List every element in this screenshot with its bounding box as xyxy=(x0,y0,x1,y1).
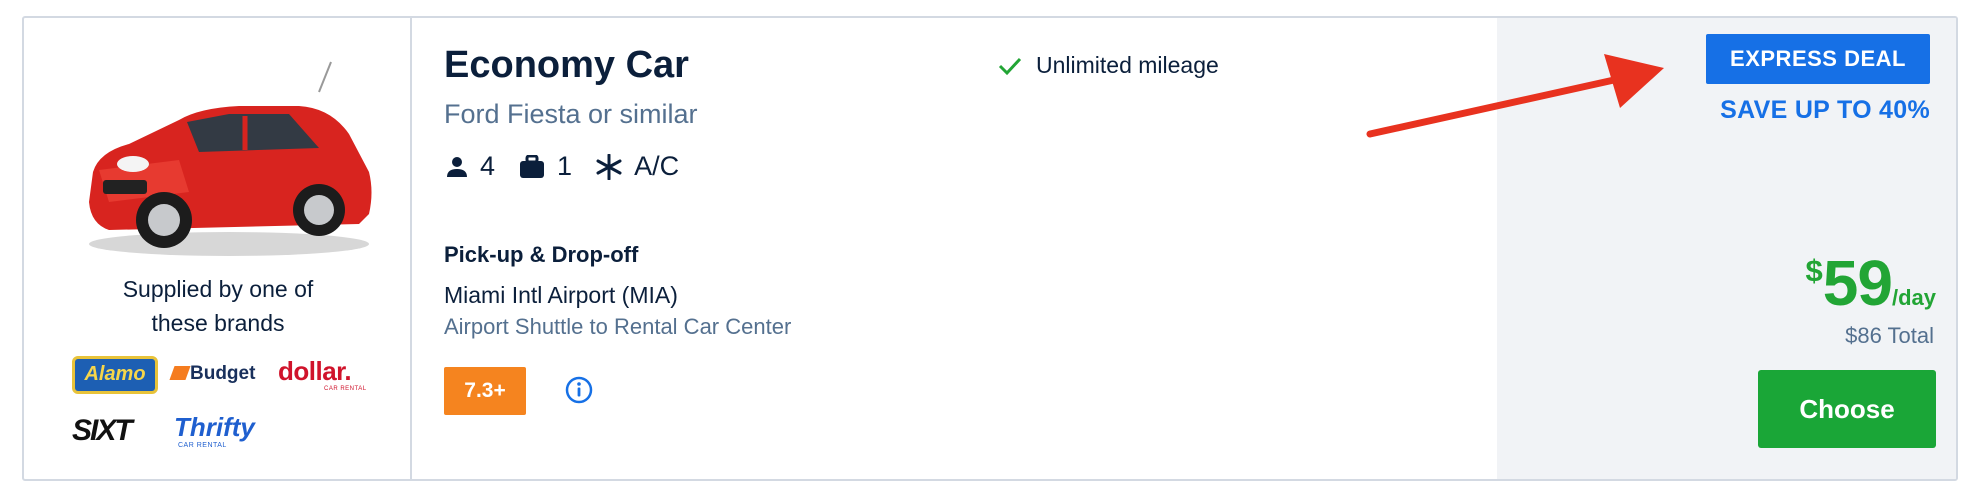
express-deal-badge: EXPRESS DEAL xyxy=(1706,34,1930,84)
rating-badge: 7.3+ xyxy=(444,367,526,415)
person-icon xyxy=(447,156,467,177)
price-currency: $ xyxy=(1805,253,1823,288)
price-amount: 59 xyxy=(1822,247,1893,319)
pickup-note: Airport Shuttle to Rental Car Center xyxy=(444,314,792,339)
choose-button[interactable]: Choose xyxy=(1758,370,1936,448)
passenger-count: 4 xyxy=(480,151,496,181)
price-total: $86 Total xyxy=(1845,323,1934,348)
pickup-location: Miami Intl Airport (MIA) xyxy=(444,282,678,308)
supplied-by-text: Supplied by one of these brands xyxy=(122,276,314,336)
car-image xyxy=(89,61,372,256)
dollar-logo: dollar. xyxy=(278,356,352,386)
supplier-column: Supplied by one of these brands Alamo Bud… xyxy=(24,18,412,479)
annotation-arrow-icon xyxy=(1366,54,1664,138)
mileage-text: Unlimited mileage xyxy=(1036,52,1219,78)
check-icon xyxy=(998,57,1022,75)
mileage-info: Unlimited mileage xyxy=(998,52,1219,79)
budget-logo: Budget xyxy=(169,363,256,385)
snowflake-icon xyxy=(596,153,622,180)
car-details-column: Economy Car Ford Fiesta or similar 4 1 A… xyxy=(414,18,1497,479)
dollar-logo-sub: CAR RENTAL xyxy=(324,386,367,392)
feature-passengers: 4 xyxy=(446,151,495,182)
pickup-heading: Pick-up & Drop-off xyxy=(444,242,639,267)
budget-mark-icon xyxy=(169,366,191,380)
alamo-logo: Alamo xyxy=(72,356,158,394)
price-unit: /day xyxy=(1891,285,1936,310)
car-subtitle: Ford Fiesta or similar xyxy=(444,99,698,129)
save-text: SAVE UP TO 40% xyxy=(1720,96,1930,124)
suitcase-icon xyxy=(520,154,545,178)
feature-bags: 1 xyxy=(519,151,572,182)
thrifty-logo-sub: CAR RENTAL xyxy=(178,442,227,449)
budget-logo-text: Budget xyxy=(190,363,256,384)
bag-count: 1 xyxy=(557,151,573,181)
car-title: Economy Car xyxy=(444,44,689,86)
car-features: 4 1 A/C xyxy=(446,151,703,182)
ac-label: A/C xyxy=(634,151,680,181)
thrifty-logo: Thrifty xyxy=(174,412,255,442)
sixt-logo: SIXT xyxy=(72,414,133,447)
price-per-day: $59/day xyxy=(1806,246,1936,320)
feature-ac: A/C xyxy=(596,151,679,182)
info-icon[interactable] xyxy=(564,375,594,405)
